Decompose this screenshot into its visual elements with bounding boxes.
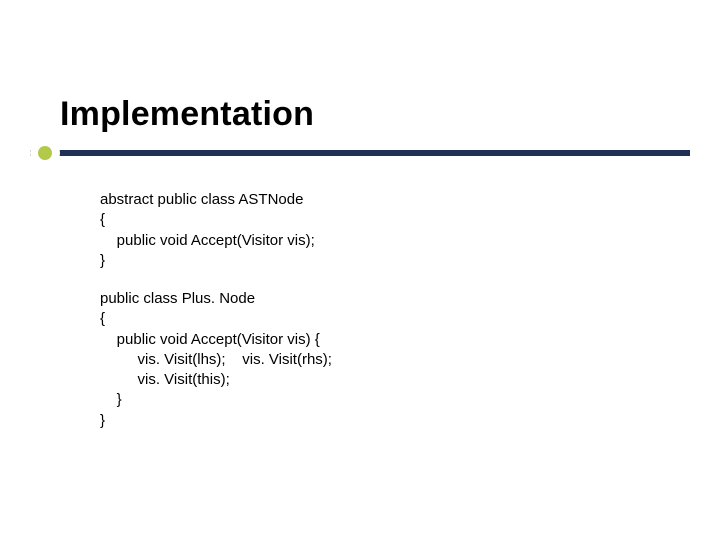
code-block-plusnode: public class Plus. Node { public void Ac… (100, 289, 332, 431)
bullet-dot-inner (38, 146, 52, 160)
slide-title: Implementation (60, 95, 314, 134)
slide: Implementation abstract public class AST… (0, 0, 720, 540)
bullet-dot (30, 138, 60, 168)
title-underline (30, 150, 690, 156)
slide-content: abstract public class ASTNode { public v… (100, 190, 332, 431)
code-block-astnode: abstract public class ASTNode { public v… (100, 190, 332, 271)
